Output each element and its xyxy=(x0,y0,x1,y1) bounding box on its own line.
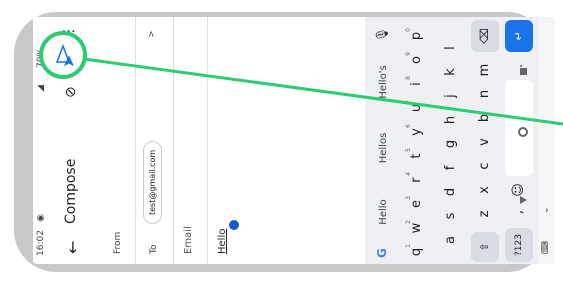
key-r[interactable]: r4 xyxy=(403,168,431,192)
subject-field[interactable]: Email xyxy=(183,226,194,254)
to-label: To xyxy=(149,244,159,254)
key-l[interactable]: l xyxy=(437,36,465,60)
send-icon[interactable]: ➤ xyxy=(59,55,78,68)
key-m[interactable]: m xyxy=(471,58,499,82)
key-n[interactable]: n xyxy=(471,82,499,106)
microphone-icon[interactable]: 🎙 xyxy=(375,27,389,42)
key-row-4: ?123 , ☺ . ↵ xyxy=(505,17,537,264)
key-row-2: a s d f g h j k l xyxy=(437,17,469,264)
compose-title: Compose xyxy=(63,158,79,224)
body-text[interactable]: Hello xyxy=(217,229,228,254)
key-p[interactable]: p0 xyxy=(403,24,431,48)
back-nav-icon[interactable] xyxy=(520,196,527,204)
recents-icon[interactable] xyxy=(520,68,527,75)
subject-row[interactable]: Email xyxy=(175,17,208,264)
key-g[interactable]: g xyxy=(437,132,465,156)
hide-keyboard-icon[interactable]: ⌄ xyxy=(541,206,551,214)
keyboard: G Hello Hellos Hello's 🎙 q1 w2 e3 r4 t5 … xyxy=(365,17,539,264)
key-e[interactable]: e3 xyxy=(403,192,431,216)
key-period[interactable]: . xyxy=(505,54,533,78)
to-row: To test@gmail.com > xyxy=(137,17,174,264)
key-d[interactable]: d xyxy=(437,180,465,204)
expand-icon[interactable]: > xyxy=(147,30,157,38)
suggestion-2[interactable]: Hellos xyxy=(373,116,395,180)
key-z[interactable]: z xyxy=(471,202,499,226)
key-w[interactable]: w2 xyxy=(403,216,431,240)
key-f[interactable]: f xyxy=(437,156,465,180)
from-label: From xyxy=(113,231,123,254)
signal-icon: ◢ xyxy=(36,85,46,92)
key-j[interactable]: j xyxy=(437,84,465,108)
status-bar: 16:02 ◉ 70% ◢ xyxy=(33,17,51,264)
attach-icon[interactable]: ⊘ xyxy=(63,86,79,98)
symbols-key[interactable]: ?123 xyxy=(505,228,533,262)
enter-key-icon[interactable]: ↵ xyxy=(505,20,533,52)
gmail-status-icon: ◉ xyxy=(36,214,46,222)
body-area[interactable]: Hello xyxy=(209,17,249,264)
keyboard-bottom-bar: ⌨ ⌄ xyxy=(539,17,555,264)
suggestion-1[interactable]: Hello xyxy=(373,184,395,240)
backspace-icon[interactable]: ⌫ xyxy=(471,20,499,52)
key-b[interactable]: b xyxy=(471,106,499,130)
from-row: From xyxy=(103,17,136,264)
home-icon[interactable] xyxy=(518,127,528,137)
key-s[interactable]: s xyxy=(437,204,465,228)
key-x[interactable]: x xyxy=(471,178,499,202)
key-row-3: ⇧ z x c v b n m ⌫ xyxy=(471,17,503,264)
key-i[interactable]: i8 xyxy=(403,72,431,96)
phone-screen: 16:02 ◉ 70% ◢ ← Compose ⊘ ➤ ⋮ From To te… xyxy=(33,17,555,264)
rotated-content: 16:02 ◉ 70% ◢ ← Compose ⊘ ➤ ⋮ From To te… xyxy=(33,17,555,264)
status-time: 16:02 xyxy=(36,230,46,256)
key-y[interactable]: y6 xyxy=(403,120,431,144)
shift-icon[interactable]: ⇧ xyxy=(471,232,499,262)
keyboard-switch-icon[interactable]: ⌨ xyxy=(541,241,551,254)
emoji-icon[interactable]: ☺ xyxy=(505,178,533,202)
key-u[interactable]: u7 xyxy=(403,96,431,120)
battery-text: 70% xyxy=(36,47,46,68)
text-cursor-handle[interactable] xyxy=(229,220,239,230)
key-h[interactable]: h xyxy=(437,108,465,132)
key-row-1: q1 w2 e3 r4 t5 y6 u7 i8 o9 p0 xyxy=(403,17,435,264)
recipient-chip[interactable]: test@gmail.com xyxy=(143,140,162,224)
suggestion-3[interactable]: Hello's xyxy=(373,50,395,114)
key-comma[interactable]: , xyxy=(505,200,533,224)
key-t[interactable]: t5 xyxy=(403,144,431,168)
key-c[interactable]: c xyxy=(471,154,499,178)
app-bar: ← Compose ⊘ ➤ ⋮ xyxy=(53,17,93,264)
google-g-icon[interactable]: G xyxy=(375,248,389,258)
key-a[interactable]: a xyxy=(437,228,465,252)
key-o[interactable]: o9 xyxy=(403,48,431,72)
key-v[interactable]: v xyxy=(471,130,499,154)
more-options-icon[interactable]: ⋮ xyxy=(61,24,77,38)
back-arrow-icon[interactable]: ← xyxy=(63,241,82,254)
key-k[interactable]: k xyxy=(437,60,465,84)
key-q[interactable]: q1 xyxy=(403,240,431,264)
